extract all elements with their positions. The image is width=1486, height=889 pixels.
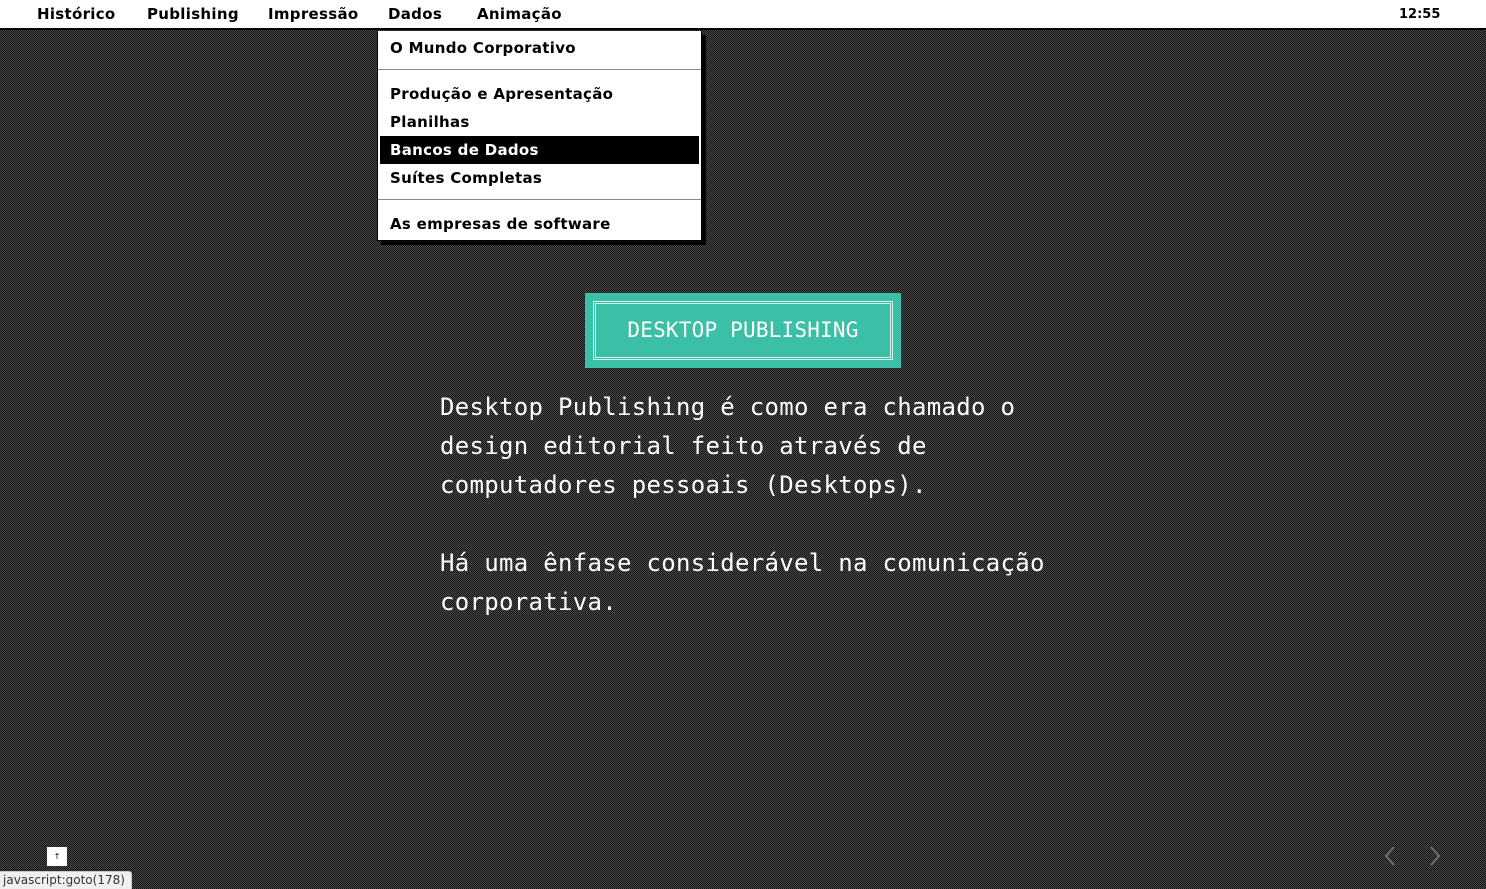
dropdown-item-producao-apresentacao[interactable]: Produção e Apresentação (380, 80, 699, 108)
dropdown-item-empresas-software[interactable]: As empresas de software (380, 210, 699, 238)
dropdown-item-suites-completas[interactable]: Suítes Completas (380, 164, 699, 192)
content-body: Desktop Publishing é como era chamado o … (440, 388, 1080, 661)
dropdown-item-mundo-corporativo[interactable]: O Mundo Corporativo (380, 34, 699, 62)
menu-dados[interactable]: Dados (388, 5, 442, 23)
paragraph-emphasis: Há uma ênfase considerável na comunicaçã… (440, 549, 1045, 616)
menu-impressao[interactable]: Impressão (268, 5, 359, 23)
dropdown-item-planilhas[interactable]: Planilhas (380, 108, 699, 136)
dropdown-separator (378, 199, 701, 200)
dados-dropdown-menu: O Mundo Corporativo Produção e Apresenta… (377, 31, 702, 241)
chevron-left-icon[interactable] (1381, 842, 1401, 870)
section-title: DESKTOP PUBLISHING (627, 318, 859, 342)
menu-publishing[interactable]: Publishing (147, 5, 239, 23)
scroll-top-button[interactable]: ↑ (47, 847, 67, 866)
menu-bar: Histórico Publishing Impressão Dados Ani… (0, 0, 1486, 30)
section-title-box: DESKTOP PUBLISHING (585, 293, 901, 368)
menu-animacao[interactable]: Animação (477, 5, 562, 23)
clock: 12:55 (1399, 7, 1441, 22)
dropdown-item-bancos-de-dados[interactable]: Bancos de Dados (380, 136, 699, 164)
menu-historico[interactable]: Histórico (37, 5, 116, 23)
browser-status-bar: javascript:goto(178) (0, 871, 132, 889)
dropdown-separator (378, 69, 701, 70)
paragraph-intro: Desktop Publishing é como era chamado o … (440, 393, 1016, 499)
chevron-right-icon[interactable] (1424, 842, 1444, 870)
